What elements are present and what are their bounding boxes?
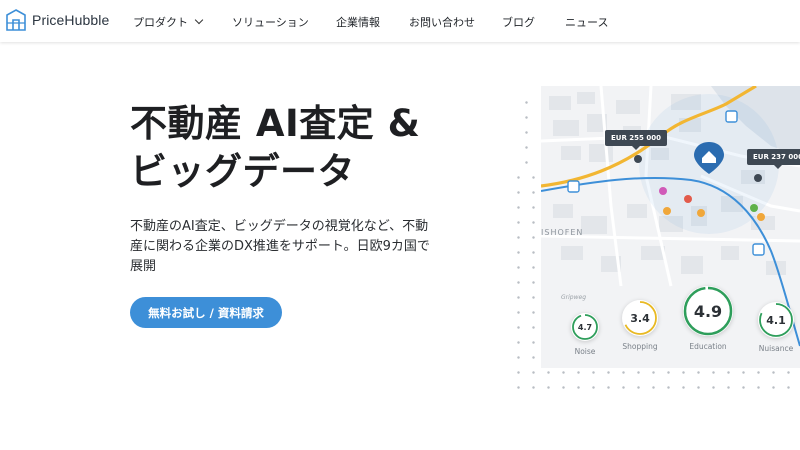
score-gauge: 3.4 [622, 300, 658, 336]
score-label: Nuisance [758, 344, 794, 353]
map-illustration: EUR 255 000 EUR 237 000 ISHOFEN Gripweg … [541, 86, 800, 368]
map-street-label: Gripweg [561, 294, 586, 301]
score-gauge: 4.7 [571, 313, 599, 341]
score-gauge: 4.1 [758, 302, 794, 338]
hero-title-line2: ビッグデータ [130, 150, 355, 193]
hero-title: 不動産 AI査定 & ビッグデータ [130, 100, 420, 196]
score-value: 4.9 [693, 301, 723, 321]
nav-company[interactable]: 企業情報 [336, 14, 380, 30]
map-place-label: ISHOFEN [541, 228, 584, 237]
score-noise: 4.7 Noise [571, 313, 599, 356]
score-label: Noise [574, 347, 596, 356]
chevron-down-icon [194, 15, 204, 25]
score-value: 4.7 [577, 322, 593, 332]
score-label: Shopping [622, 342, 658, 351]
nav-products-label: プロダクト [133, 16, 188, 29]
top-navigation: PriceHubble プロダクト ソリューション 企業情報 お問い合わせ ブロ… [0, 0, 800, 42]
hero-title-line1: 不動産 AI査定 & [130, 102, 421, 145]
decorative-dot-pattern-top [519, 95, 531, 175]
price-tag: EUR 255 000 [605, 130, 667, 150]
score-gauge: 4.9 [683, 286, 733, 336]
nav-news[interactable]: ニュース [565, 14, 608, 30]
nav-blog[interactable]: ブログ [502, 14, 535, 30]
nav-solutions[interactable]: ソリューション [232, 14, 309, 30]
nav-contact[interactable]: お問い合わせ [409, 14, 475, 30]
score-nuisance: 4.1 Nuisance [758, 302, 794, 353]
score-label: Education [689, 342, 727, 351]
score-value: 4.1 [766, 313, 786, 327]
brand-logo[interactable]: PriceHubble [6, 9, 109, 31]
score-education: 4.9 Education [683, 286, 733, 351]
brand-name: PriceHubble [32, 12, 110, 28]
score-shopping: 3.4 Shopping [622, 300, 658, 351]
hero-description: 不動産のAI査定、ビッグデータの視覚化など、不動産に関わる企業のDX推進をサポー… [130, 219, 430, 274]
pricehubble-logo-icon [6, 9, 26, 31]
price-tag: EUR 237 000 [747, 149, 800, 169]
free-trial-button[interactable]: 無料お試し / 資料請求 [130, 297, 282, 328]
nav-products[interactable]: プロダクト [133, 14, 204, 30]
score-value: 3.4 [630, 311, 650, 325]
